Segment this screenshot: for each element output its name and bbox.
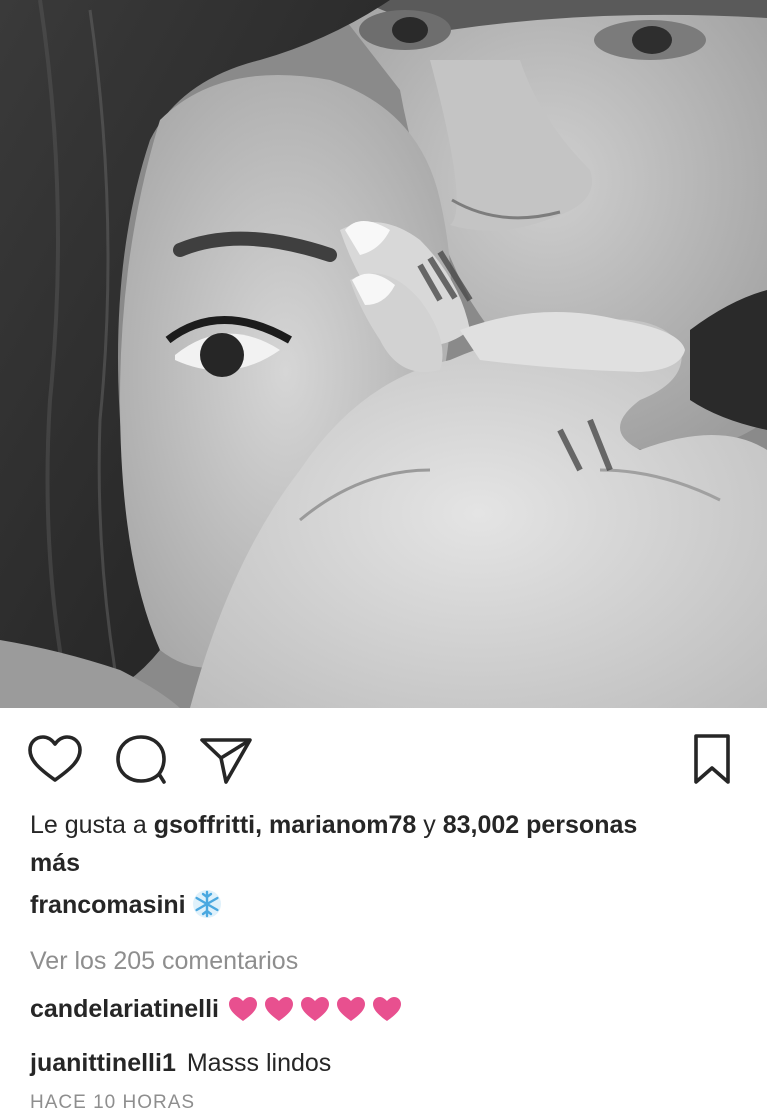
save-button[interactable]	[684, 732, 740, 788]
hearts-emoji-group	[227, 994, 407, 1034]
post-meta: Le gusta a gsoffritti, marianom78 y 83,0…	[30, 806, 745, 1082]
paper-plane-icon	[200, 738, 252, 784]
share-button[interactable]	[196, 734, 256, 786]
view-all-comments-link[interactable]: Ver los 205 comentarios	[30, 942, 745, 980]
action-bar	[0, 720, 767, 796]
heart-icon	[227, 995, 259, 1034]
liker-username-2[interactable]: marianom78	[269, 811, 416, 839]
post-photo[interactable]	[0, 0, 767, 708]
heart-icon	[299, 995, 331, 1034]
post-timestamp: HACE 10 HORAS	[30, 1092, 196, 1112]
heart-outline-icon	[28, 735, 82, 782]
caption-username[interactable]: francomasini	[30, 891, 186, 919]
snowflake-icon	[192, 889, 222, 930]
comment-text: Masss lindos	[186, 1048, 332, 1077]
bookmark-icon	[694, 734, 730, 784]
comment-button[interactable]	[112, 734, 170, 786]
caption: francomasini	[30, 886, 745, 930]
likes-suffix[interactable]: más	[30, 849, 80, 877]
liker-username-1[interactable]: gsoffritti,	[154, 811, 262, 839]
heart-icon	[263, 995, 295, 1034]
comment-username[interactable]: candelariatinelli	[30, 995, 219, 1023]
comment-item: candelariatinelli	[30, 990, 745, 1034]
comment-bubble-icon	[116, 735, 166, 784]
like-button[interactable]	[26, 734, 84, 786]
heart-icon	[335, 995, 367, 1034]
instagram-post: Le gusta a gsoffritti, marianom78 y 83,0…	[0, 0, 767, 1112]
comment-item: juanittinelli1 Masss lindos	[30, 1044, 745, 1082]
likes-prefix: Le gusta a	[30, 811, 147, 839]
likes-count[interactable]: 83,002 personas	[443, 811, 638, 839]
likes-joiner: y	[423, 811, 436, 839]
likes-summary[interactable]: Le gusta a gsoffritti, marianom78 y 83,0…	[30, 806, 745, 882]
post-photo-art	[0, 0, 767, 708]
comment-username[interactable]: juanittinelli1	[30, 1049, 176, 1077]
heart-icon	[371, 995, 403, 1034]
